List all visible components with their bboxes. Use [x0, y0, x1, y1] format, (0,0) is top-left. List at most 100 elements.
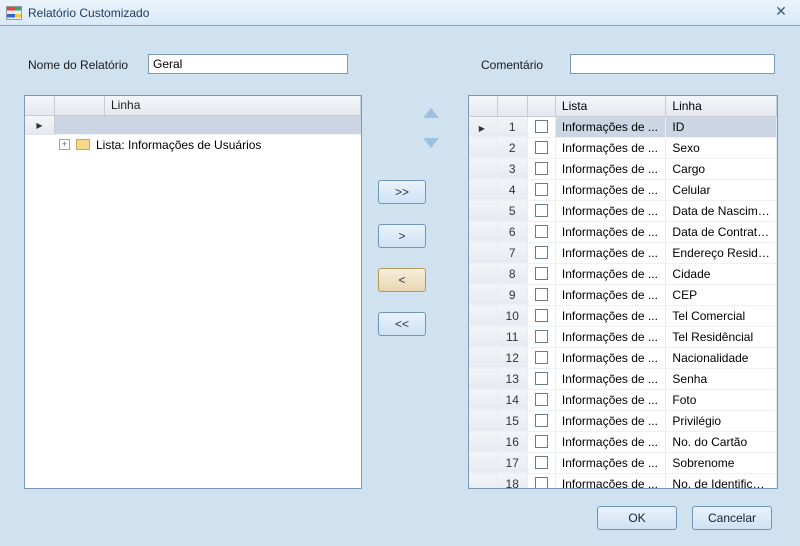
table-row[interactable]: 13Informações de ...Senha	[469, 368, 777, 389]
row-number: 10	[497, 305, 527, 326]
table-row[interactable]: 9Informações de ...CEP	[469, 284, 777, 305]
row-header	[469, 263, 497, 284]
left-header-linha: Linha	[105, 96, 361, 115]
checkbox-cell	[527, 263, 555, 284]
expand-icon[interactable]: +	[59, 139, 70, 150]
row-checkbox[interactable]	[535, 309, 548, 322]
move-down-icon[interactable]	[423, 138, 439, 148]
table-row[interactable]: 11Informações de ...Tel Residêncial	[469, 326, 777, 347]
row-header	[469, 200, 497, 221]
move-up-icon[interactable]	[423, 108, 439, 118]
right-header-blank3	[527, 96, 555, 116]
row-number: 4	[497, 179, 527, 200]
row-number: 1	[497, 116, 527, 137]
row-header	[469, 137, 497, 158]
row-checkbox[interactable]	[535, 351, 548, 364]
row-checkbox[interactable]	[535, 456, 548, 469]
right-header-blank2	[497, 96, 527, 116]
table-row[interactable]: 16Informações de ...No. do Cartão	[469, 431, 777, 452]
linha-cell: Data de Contrata...	[666, 221, 777, 242]
row-number: 16	[497, 431, 527, 452]
add-one-button[interactable]: >	[378, 224, 426, 248]
left-header-blank	[25, 96, 55, 115]
tree-item-lista-usuarios[interactable]: + Lista: Informações de Usuários	[25, 135, 361, 154]
table-row[interactable]: 8Informações de ...Cidade	[469, 263, 777, 284]
lista-cell: Informações de ...	[555, 305, 666, 326]
table-row[interactable]: 7Informações de ...Endereço Reside...	[469, 242, 777, 263]
comment-input[interactable]	[570, 54, 775, 74]
lista-cell: Informações de ...	[555, 410, 666, 431]
row-checkbox[interactable]	[535, 225, 548, 238]
row-checkbox[interactable]	[535, 330, 548, 343]
lista-cell: Informações de ...	[555, 116, 666, 137]
table-row[interactable]: 18Informações de ...No. de Identificac..…	[469, 473, 777, 488]
linha-cell: Sobrenome	[666, 452, 777, 473]
checkbox-cell	[527, 389, 555, 410]
row-checkbox[interactable]	[535, 288, 548, 301]
lista-cell: Informações de ...	[555, 221, 666, 242]
linha-cell: Tel Comercial	[666, 305, 777, 326]
table-row[interactable]: 1Informações de ...ID	[469, 116, 777, 137]
row-number: 2	[497, 137, 527, 158]
table-row[interactable]: 2Informações de ...Sexo	[469, 137, 777, 158]
row-header	[469, 431, 497, 452]
add-all-button[interactable]: >>	[378, 180, 426, 204]
row-checkbox[interactable]	[535, 435, 548, 448]
lista-cell: Informações de ...	[555, 158, 666, 179]
report-name-label: Nome do Relatório	[28, 58, 128, 72]
table-row[interactable]: 3Informações de ...Cargo	[469, 158, 777, 179]
lista-cell: Informações de ...	[555, 473, 666, 488]
row-checkbox[interactable]	[535, 120, 548, 133]
left-header: Linha	[25, 96, 361, 116]
row-header	[469, 347, 497, 368]
table-row[interactable]: 12Informações de ...Nacionalidade	[469, 347, 777, 368]
row-checkbox[interactable]	[535, 246, 548, 259]
row-checkbox[interactable]	[535, 393, 548, 406]
row-header	[469, 326, 497, 347]
row-checkbox[interactable]	[535, 183, 548, 196]
remove-one-button[interactable]: <	[378, 268, 426, 292]
table-row[interactable]: 15Informações de ...Privilégio	[469, 410, 777, 431]
row-number: 12	[497, 347, 527, 368]
remove-all-button[interactable]: <<	[378, 312, 426, 336]
row-checkbox[interactable]	[535, 372, 548, 385]
row-checkbox[interactable]	[535, 414, 548, 427]
row-checkbox[interactable]	[535, 267, 548, 280]
right-scroll[interactable]: Lista Linha 1Informações de ...ID2Inform…	[469, 96, 777, 488]
close-icon[interactable]: ✕	[768, 4, 794, 22]
ok-button[interactable]: OK	[597, 506, 677, 530]
row-number: 9	[497, 284, 527, 305]
lista-cell: Informações de ...	[555, 368, 666, 389]
right-table: Lista Linha 1Informações de ...ID2Inform…	[469, 96, 777, 488]
linha-cell: Cidade	[666, 263, 777, 284]
row-header	[469, 242, 497, 263]
row-number: 13	[497, 368, 527, 389]
lista-cell: Informações de ...	[555, 326, 666, 347]
row-checkbox[interactable]	[535, 477, 548, 488]
comment-label: Comentário	[481, 58, 543, 72]
report-name-input[interactable]	[148, 54, 348, 74]
table-row[interactable]: 5Informações de ...Data de Nascime...	[469, 200, 777, 221]
row-number: 8	[497, 263, 527, 284]
table-row[interactable]: 17Informações de ...Sobrenome	[469, 452, 777, 473]
title-bar: Relatório Customizado ✕	[0, 0, 800, 26]
row-header	[469, 221, 497, 242]
checkbox-cell	[527, 347, 555, 368]
row-checkbox[interactable]	[535, 162, 548, 175]
left-selected-row[interactable]: ▶	[25, 116, 361, 135]
row-checkbox[interactable]	[535, 204, 548, 217]
table-row[interactable]: 14Informações de ...Foto	[469, 389, 777, 410]
checkbox-cell	[527, 410, 555, 431]
table-row[interactable]: 4Informações de ...Celular	[469, 179, 777, 200]
tree-item-label: Lista: Informações de Usuários	[96, 138, 261, 152]
checkbox-cell	[527, 284, 555, 305]
row-number: 18	[497, 473, 527, 488]
checkbox-cell	[527, 368, 555, 389]
table-row[interactable]: 10 Informações de ...Tel Comercial	[469, 305, 777, 326]
row-number: 14	[497, 389, 527, 410]
lista-cell: Informações de ...	[555, 137, 666, 158]
cancel-button[interactable]: Cancelar	[692, 506, 772, 530]
checkbox-cell	[527, 158, 555, 179]
table-row[interactable]: 6Informações de ...Data de Contrata...	[469, 221, 777, 242]
row-checkbox[interactable]	[535, 141, 548, 154]
